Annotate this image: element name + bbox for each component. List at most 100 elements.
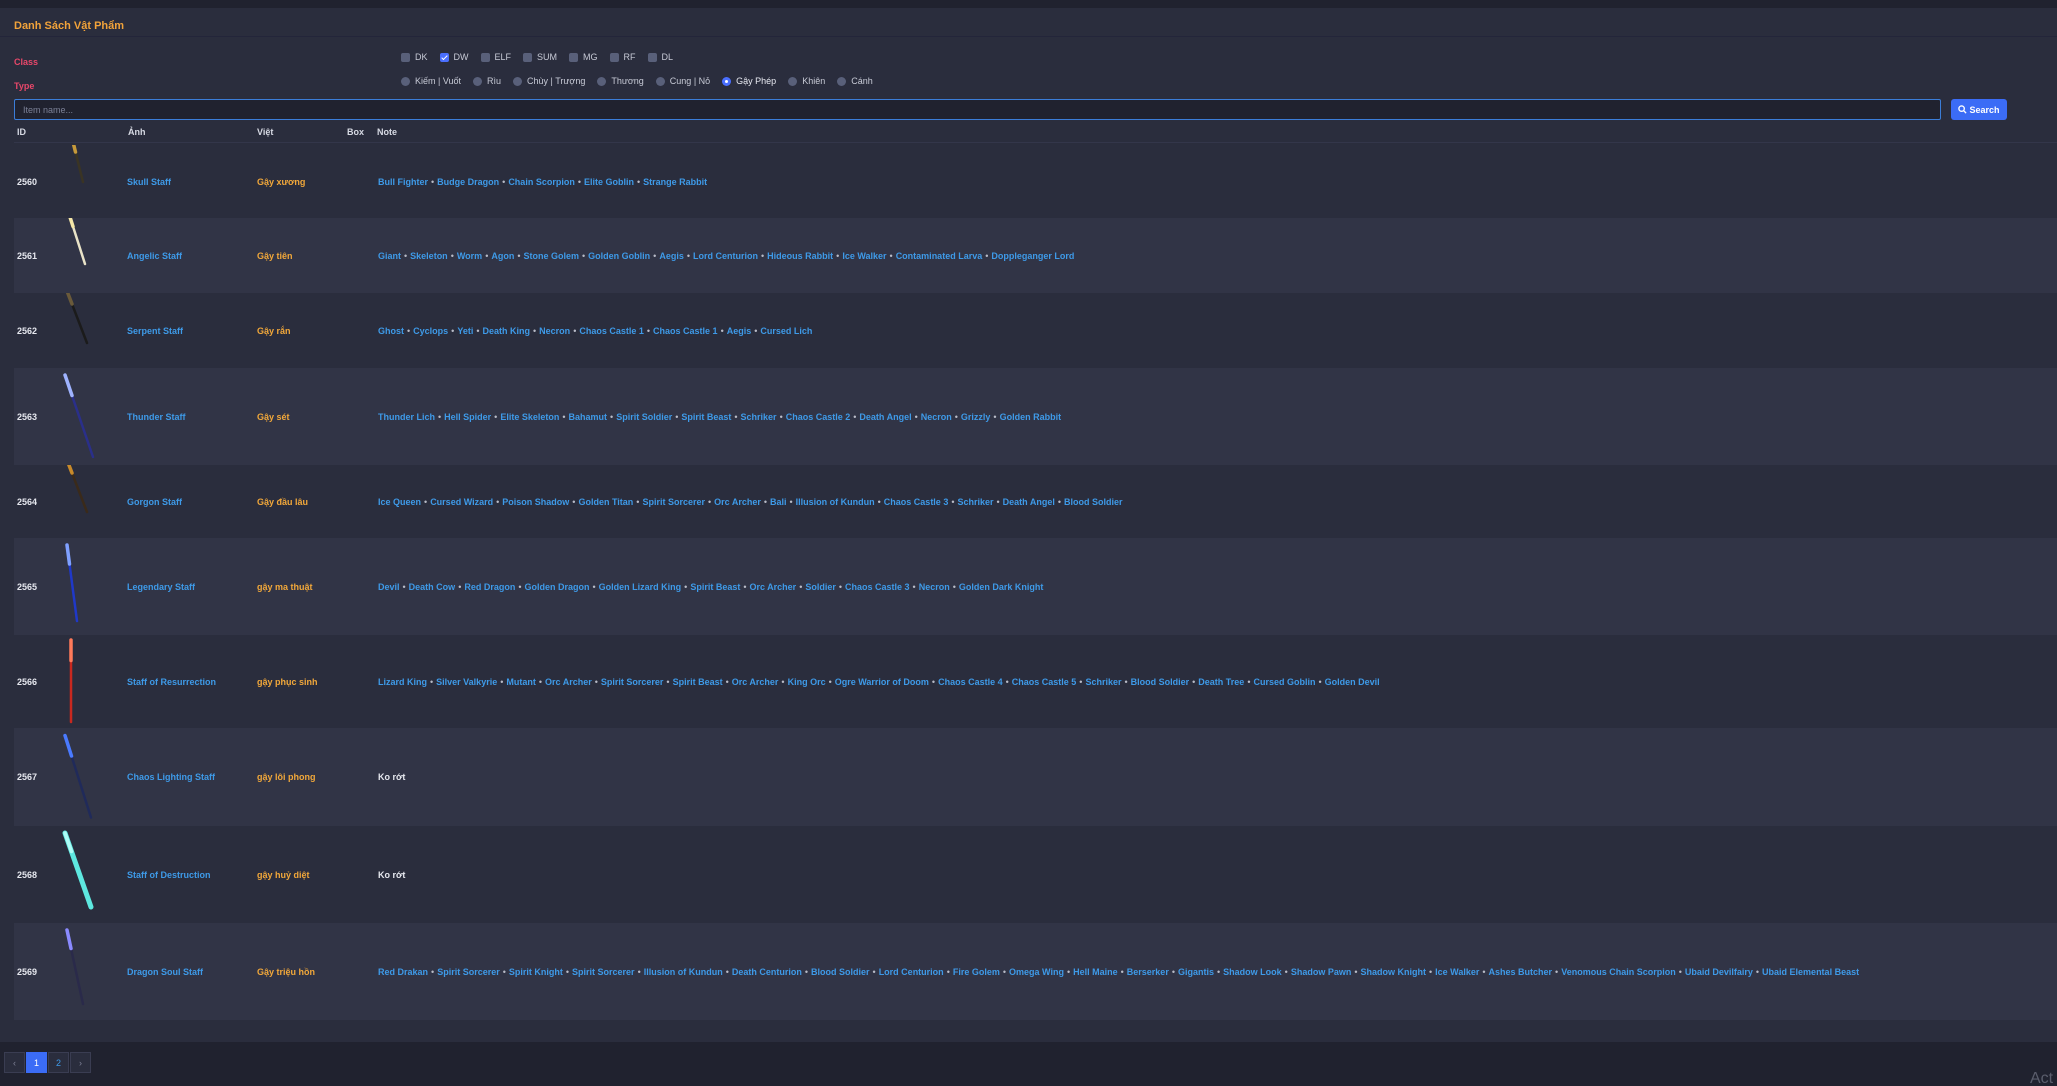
monster-link[interactable]: Golden Lizard King: [599, 582, 682, 592]
radio-icon[interactable]: [655, 76, 665, 86]
monster-link[interactable]: Death King: [483, 326, 531, 336]
page-button-2[interactable]: 2: [48, 1052, 69, 1073]
item-name-link[interactable]: Skull Staff: [127, 177, 171, 187]
monster-link[interactable]: Illusion of Kundun: [796, 497, 875, 507]
monster-link[interactable]: Chaos Castle 3: [884, 497, 949, 507]
item-name-link[interactable]: Staff of Resurrection: [127, 677, 216, 687]
radio-icon[interactable]: [722, 76, 732, 86]
monster-link[interactable]: Chaos Castle 1: [653, 326, 718, 336]
monster-link[interactable]: Spirit Soldier: [616, 412, 672, 422]
monster-link[interactable]: Ubaid Devilfairy: [1685, 967, 1753, 977]
monster-link[interactable]: Golden Devil: [1325, 677, 1380, 687]
monster-link[interactable]: Orc Archer: [714, 497, 761, 507]
monster-link[interactable]: Skeleton: [410, 251, 448, 261]
monster-link[interactable]: Grizzly: [961, 412, 991, 422]
monster-link[interactable]: Contaminated Larva: [896, 251, 983, 261]
search-button[interactable]: Search: [1951, 99, 2007, 120]
monster-link[interactable]: Spirit Sorcerer: [437, 967, 500, 977]
monster-link[interactable]: Ubaid Elemental Beast: [1762, 967, 1859, 977]
monster-link[interactable]: Death Angel: [1003, 497, 1055, 507]
monster-link[interactable]: Spirit Beast: [681, 412, 731, 422]
monster-link[interactable]: Agon: [491, 251, 514, 261]
monster-link[interactable]: Ice Walker: [842, 251, 886, 261]
monster-link[interactable]: Necron: [921, 412, 952, 422]
monster-link[interactable]: Cursed Wizard: [430, 497, 493, 507]
monster-link[interactable]: Blood Soldier: [1131, 677, 1190, 687]
checkbox-icon[interactable]: [647, 52, 657, 62]
monster-link[interactable]: Spirit Sorcerer: [572, 967, 635, 977]
monster-link[interactable]: Hell Spider: [444, 412, 491, 422]
monster-link[interactable]: Poison Shadow: [502, 497, 569, 507]
monster-link[interactable]: Lord Centurion: [693, 251, 758, 261]
class-option-rf[interactable]: RF: [609, 52, 636, 62]
monster-link[interactable]: Berserker: [1127, 967, 1169, 977]
monster-link[interactable]: Ogre Warrior of Doom: [835, 677, 929, 687]
monster-link[interactable]: Death Cow: [409, 582, 456, 592]
monster-link[interactable]: Budge Dragon: [437, 177, 499, 187]
next-page-button[interactable]: ›: [70, 1052, 91, 1073]
monster-link[interactable]: Doppleganger Lord: [991, 251, 1074, 261]
radio-icon[interactable]: [597, 76, 607, 86]
monster-link[interactable]: Shadow Knight: [1360, 967, 1426, 977]
item-name-link[interactable]: Thunder Staff: [127, 412, 186, 422]
monster-link[interactable]: Aegis: [659, 251, 684, 261]
monster-link[interactable]: Orc Archer: [732, 677, 779, 687]
monster-link[interactable]: Ice Queen: [378, 497, 421, 507]
checkbox-icon[interactable]: [401, 52, 410, 62]
checkbox-icon[interactable]: [609, 52, 619, 62]
monster-link[interactable]: King Orc: [788, 677, 826, 687]
class-option-dw[interactable]: DW: [439, 52, 469, 62]
monster-link[interactable]: Ice Walker: [1435, 967, 1479, 977]
monster-link[interactable]: Death Angel: [859, 412, 911, 422]
monster-link[interactable]: Red Dragon: [464, 582, 515, 592]
item-name-link[interactable]: Serpent Staff: [127, 326, 183, 336]
monster-link[interactable]: Chaos Castle 2: [786, 412, 851, 422]
type-option[interactable]: Rìu: [473, 76, 501, 86]
prev-page-button[interactable]: ‹: [4, 1052, 25, 1073]
monster-link[interactable]: Thunder Lich: [378, 412, 435, 422]
monster-link[interactable]: Giant: [378, 251, 401, 261]
monster-link[interactable]: Golden Rabbit: [1000, 412, 1062, 422]
monster-link[interactable]: Ashes Butcher: [1489, 967, 1553, 977]
radio-icon[interactable]: [401, 76, 410, 86]
monster-link[interactable]: Chaos Castle 3: [845, 582, 910, 592]
checkbox-icon[interactable]: [523, 52, 533, 62]
monster-link[interactable]: Omega Wing: [1009, 967, 1064, 977]
monster-link[interactable]: Yeti: [457, 326, 473, 336]
item-name-link[interactable]: Legendary Staff: [127, 582, 195, 592]
type-option[interactable]: Gậy Phép: [722, 76, 776, 86]
monster-link[interactable]: Spirit Knight: [509, 967, 563, 977]
monster-link[interactable]: Death Tree: [1198, 677, 1244, 687]
monster-link[interactable]: Golden Goblin: [588, 251, 650, 261]
class-option-elf[interactable]: ELF: [480, 52, 511, 62]
radio-icon[interactable]: [837, 76, 847, 86]
monster-link[interactable]: Spirit Sorcerer: [642, 497, 705, 507]
item-name-link[interactable]: Staff of Destruction: [127, 870, 211, 880]
item-name-link[interactable]: Dragon Soul Staff: [127, 967, 203, 977]
monster-link[interactable]: Bali: [770, 497, 787, 507]
monster-link[interactable]: Silver Valkyrie: [436, 677, 497, 687]
monster-link[interactable]: Cyclops: [413, 326, 448, 336]
monster-link[interactable]: Orc Archer: [750, 582, 797, 592]
monster-link[interactable]: Chaos Castle 5: [1012, 677, 1077, 687]
monster-link[interactable]: Necron: [919, 582, 950, 592]
monster-link[interactable]: Bahamut: [569, 412, 608, 422]
monster-link[interactable]: Fire Golem: [953, 967, 1000, 977]
item-name-link[interactable]: Gorgon Staff: [127, 497, 182, 507]
type-option[interactable]: Chùy | Trượng: [513, 76, 585, 86]
monster-link[interactable]: Shadow Pawn: [1291, 967, 1352, 977]
class-option-mg[interactable]: MG: [569, 52, 598, 62]
monster-link[interactable]: Blood Soldier: [1064, 497, 1123, 507]
monster-link[interactable]: Spirit Sorcerer: [601, 677, 664, 687]
search-input[interactable]: [14, 99, 1941, 120]
monster-link[interactable]: Chaos Castle 4: [938, 677, 1003, 687]
monster-link[interactable]: Spirit Beast: [673, 677, 723, 687]
type-option[interactable]: Cung | Nỏ: [655, 76, 710, 86]
radio-icon[interactable]: [788, 76, 798, 86]
type-option[interactable]: Thương: [597, 76, 644, 86]
monster-link[interactable]: Cursed Goblin: [1253, 677, 1315, 687]
class-option-sum[interactable]: SUM: [523, 52, 557, 62]
monster-link[interactable]: Shadow Look: [1223, 967, 1282, 977]
monster-link[interactable]: Bull Fighter: [378, 177, 428, 187]
monster-link[interactable]: Orc Archer: [545, 677, 592, 687]
